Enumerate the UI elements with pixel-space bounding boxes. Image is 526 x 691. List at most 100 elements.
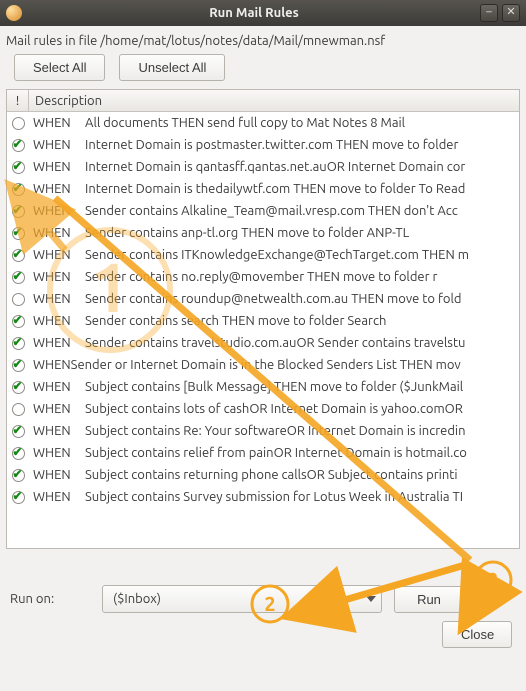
rule-description: Subject contains Survey submission for L…: [85, 490, 519, 504]
rule-description: Sender contains Alkaline_Team@mail.vresp…: [85, 204, 519, 218]
table-row[interactable]: WHENSubject contains [Bulk Message] THEN…: [7, 376, 519, 398]
path-label: Mail rules in file /home/mat/lotus/notes…: [6, 34, 520, 48]
dialog-content: Mail rules in file /home/mat/lotus/notes…: [0, 26, 526, 656]
rule-when-label: WHEN: [29, 336, 85, 350]
rule-when-label: WHEN: [29, 424, 85, 438]
table-row[interactable]: WHENSender contains search THEN move to …: [7, 310, 519, 332]
rule-when-label: WHEN: [29, 380, 85, 394]
rule-checkbox[interactable]: [12, 183, 25, 196]
table-row[interactable]: WHENAll documents THEN send full copy to…: [7, 112, 519, 134]
rule-checkbox[interactable]: [12, 293, 25, 306]
rule-when-label: WHEN: [29, 314, 85, 328]
table-row[interactable]: WHENSender contains roundup@netwealth.co…: [7, 288, 519, 310]
rule-checkbox-cell[interactable]: [7, 117, 29, 130]
window-titlebar: Run Mail Rules – ✕: [0, 0, 526, 26]
rule-checkbox[interactable]: [12, 227, 25, 240]
table-row[interactable]: WHENInternet Domain is qantasff.qantas.n…: [7, 156, 519, 178]
rule-checkbox-cell[interactable]: [7, 359, 29, 372]
rule-checkbox-cell[interactable]: [7, 315, 29, 328]
rule-checkbox[interactable]: [12, 337, 25, 350]
run-row: Run on: ($Inbox) Run: [6, 583, 520, 617]
rule-checkbox-cell[interactable]: [7, 381, 29, 394]
table-row[interactable]: WHENSender or Internet Domain is in the …: [7, 354, 519, 376]
rule-checkbox-cell[interactable]: [7, 425, 29, 438]
close-button[interactable]: Close: [442, 621, 512, 648]
rule-when-label: WHEN: [29, 292, 85, 306]
rule-when-label: WHEN: [29, 248, 85, 262]
rule-checkbox[interactable]: [12, 491, 25, 504]
rules-rows: WHEN All documents THEN send full copy to…: [7, 112, 519, 508]
table-row[interactable]: WHENSender contains travelstudio.com.auO…: [7, 332, 519, 354]
table-row[interactable]: WHENSubject contains lots of cashOR Inte…: [7, 398, 519, 420]
table-row[interactable]: WHENSubject contains Survey submission f…: [7, 486, 519, 508]
rule-checkbox-cell[interactable]: [7, 469, 29, 482]
rule-description: All documents THEN send full copy to Mat…: [85, 116, 519, 130]
rule-checkbox[interactable]: [12, 139, 25, 152]
rule-description: Subject contains lots of cashOR Internet…: [85, 402, 519, 416]
rule-checkbox-cell[interactable]: [7, 293, 29, 306]
rule-description: WHENSender or Internet Domain is in the …: [29, 358, 519, 372]
rule-checkbox[interactable]: [12, 205, 25, 218]
rules-list: ! Description WHEN All documents THEN sen…: [6, 89, 520, 549]
rule-checkbox[interactable]: [12, 117, 25, 130]
rule-checkbox-cell[interactable]: [7, 403, 29, 416]
rule-when-label: WHEN: [29, 160, 85, 174]
rule-description: Internet Domain is qantasff.qantas.net.a…: [85, 160, 519, 174]
table-row[interactable]: WHENSender contains ITKnowledgeExchange@…: [7, 244, 519, 266]
rule-checkbox-cell[interactable]: [7, 491, 29, 504]
rule-checkbox-cell[interactable]: [7, 161, 29, 174]
minimize-button[interactable]: –: [480, 4, 498, 22]
table-row[interactable]: WHENInternet Domain is thedailywtf.com T…: [7, 178, 519, 200]
rule-description: Sender contains no.reply@movember THEN m…: [85, 270, 519, 284]
table-row[interactable]: WHENSender contains no.reply@movember TH…: [7, 266, 519, 288]
rule-when-label: WHEN: [29, 226, 85, 240]
select-all-button[interactable]: Select All: [14, 54, 105, 81]
rule-when-label: WHEN: [29, 182, 85, 196]
run-on-label: Run on:: [10, 592, 90, 606]
rules-list-header: ! Description: [7, 90, 519, 112]
rule-checkbox[interactable]: [12, 425, 25, 438]
selection-buttons: Select All Unselect All: [6, 54, 520, 81]
table-row[interactable]: WHENSender contains anp-tl.org THEN move…: [7, 222, 519, 244]
unselect-all-button[interactable]: Unselect All: [119, 54, 225, 81]
rule-description: Internet Domain is thedailywtf.com THEN …: [85, 182, 519, 196]
window-title: Run Mail Rules: [28, 6, 480, 20]
rule-checkbox-cell[interactable]: [7, 337, 29, 350]
table-row[interactable]: WHENSender contains Alkaline_Team@mail.v…: [7, 200, 519, 222]
rule-checkbox[interactable]: [12, 447, 25, 460]
rule-checkbox-cell[interactable]: [7, 249, 29, 262]
table-row[interactable]: WHENSubject contains Re: Your softwareOR…: [7, 420, 519, 442]
rule-checkbox-cell[interactable]: [7, 139, 29, 152]
rule-checkbox-cell[interactable]: [7, 447, 29, 460]
rule-when-label: WHEN: [29, 204, 85, 218]
column-header-status[interactable]: !: [7, 90, 29, 111]
rule-checkbox[interactable]: [12, 469, 25, 482]
run-button[interactable]: Run: [394, 586, 464, 613]
rule-when-label: WHEN: [29, 468, 85, 482]
rule-when-label: WHEN: [29, 402, 85, 416]
rule-checkbox-cell[interactable]: [7, 183, 29, 196]
rule-checkbox[interactable]: [12, 381, 25, 394]
rule-checkbox[interactable]: [12, 271, 25, 284]
rule-checkbox-cell[interactable]: [7, 271, 29, 284]
column-header-description[interactable]: Description: [29, 90, 519, 111]
run-on-select[interactable]: ($Inbox): [102, 585, 382, 613]
rule-description: Subject contains Re: Your softwareOR Int…: [85, 424, 519, 438]
rule-checkbox[interactable]: [12, 249, 25, 262]
rule-description: Sender contains ITKnowledgeExchange@Tech…: [85, 248, 519, 262]
rule-checkbox-cell[interactable]: [7, 227, 29, 240]
rule-when-label: WHEN: [29, 446, 85, 460]
rule-description: Subject contains relief from painOR Inte…: [85, 446, 519, 460]
table-row[interactable]: WHENSubject contains relief from painOR …: [7, 442, 519, 464]
rule-checkbox[interactable]: [12, 403, 25, 416]
rule-checkbox[interactable]: [12, 315, 25, 328]
rule-checkbox[interactable]: [12, 359, 25, 372]
rule-checkbox-cell[interactable]: [7, 205, 29, 218]
close-window-button[interactable]: ✕: [502, 4, 520, 22]
rule-when-label: WHEN: [29, 490, 85, 504]
table-row[interactable]: WHENInternet Domain is postmaster.twitte…: [7, 134, 519, 156]
rule-when-label: WHEN: [29, 270, 85, 284]
table-row[interactable]: WHENSubject contains returning phone cal…: [7, 464, 519, 486]
run-on-value[interactable]: ($Inbox): [102, 585, 382, 613]
rule-checkbox[interactable]: [12, 161, 25, 174]
